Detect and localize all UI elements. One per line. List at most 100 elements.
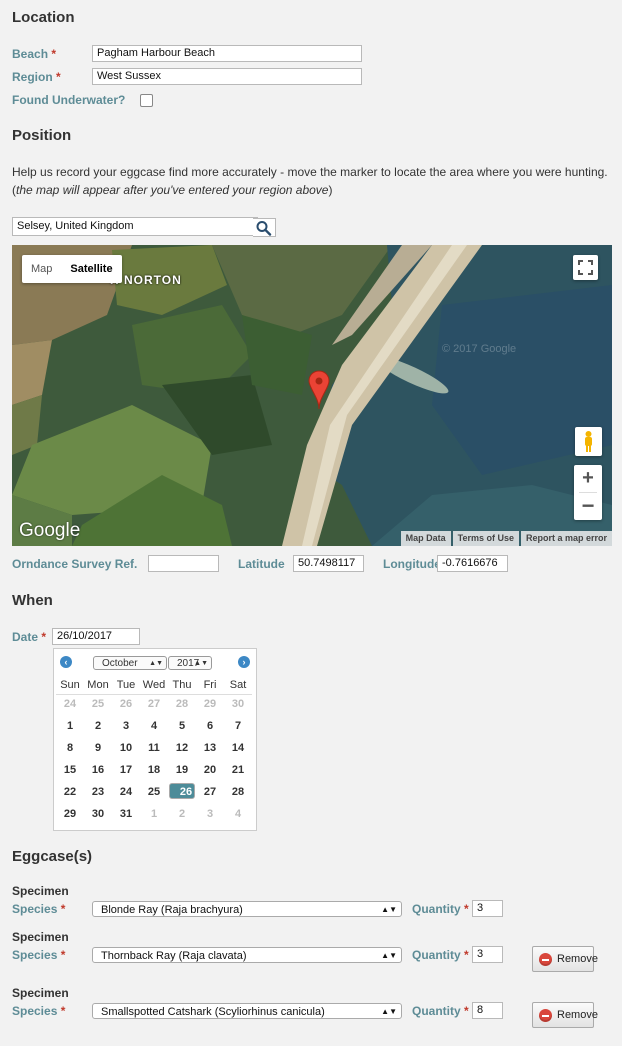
remove-icon <box>539 1009 552 1022</box>
calendar-day[interactable]: 31 <box>112 805 140 824</box>
map-type-satellite-button[interactable]: Satellite <box>61 255 121 283</box>
zoom-in-button[interactable]: + <box>574 465 602 492</box>
calendar-day[interactable]: 18 <box>140 761 168 780</box>
map-data-link[interactable]: Map Data <box>400 531 451 546</box>
date-input[interactable]: 26/10/2017 <box>52 628 140 645</box>
calendar-day[interactable]: 24 <box>56 695 84 714</box>
underwater-label: Found Underwater? <box>12 93 126 107</box>
month-select[interactable]: October ▲▼ <box>93 656 167 670</box>
map-type-map-button[interactable]: Map <box>22 255 61 283</box>
next-month-button[interactable]: › <box>238 656 250 668</box>
fullscreen-icon <box>578 260 593 275</box>
chevron-updown-icon: ▲▼ <box>381 905 397 914</box>
calendar-day[interactable]: 10 <box>112 739 140 758</box>
calendar-day[interactable]: 20 <box>196 761 224 780</box>
date-picker: ‹ October ▲▼ 2017 ▲▼ › Sun Mon Tue Wed Thu Fri S… <box>53 648 257 831</box>
beach-label: Beach * <box>12 47 57 61</box>
when-heading: When <box>12 592 53 609</box>
calendar-day[interactable]: 3 <box>112 717 140 736</box>
map-report-error-link[interactable]: Report a map error <box>520 531 612 546</box>
calendar-day[interactable]: 12 <box>168 739 196 758</box>
calendar-day[interactable]: 3 <box>196 805 224 824</box>
fullscreen-button[interactable] <box>573 255 598 280</box>
os-ref-input[interactable] <box>148 555 219 572</box>
specimen-label: Specimen <box>12 884 69 898</box>
species-select[interactable]: Thornback Ray (Raja clavata) ▲▼ <box>92 947 402 963</box>
remove-specimen-button[interactable]: Remove <box>532 946 598 972</box>
calendar-day[interactable]: 4 <box>140 717 168 736</box>
remove-label: Remove <box>557 1009 598 1021</box>
location-heading: Location <box>12 9 75 26</box>
prev-month-button[interactable]: ‹ <box>60 656 72 668</box>
calendar-day[interactable]: 25 <box>84 695 112 714</box>
calendar-day[interactable]: 30 <box>224 695 252 714</box>
calendar-day[interactable]: 17 <box>112 761 140 780</box>
calendar-day[interactable]: 23 <box>84 783 112 802</box>
calendar-day[interactable]: 25 <box>140 783 168 802</box>
map-marker-icon[interactable] <box>307 370 331 410</box>
longitude-label: Longitude <box>383 557 441 571</box>
species-select[interactable]: Blonde Ray (Raja brachyura) ▲▼ <box>92 901 402 917</box>
calendar-day[interactable]: 4 <box>224 805 252 824</box>
calendar-day[interactable]: 2 <box>84 717 112 736</box>
satellite-map[interactable]: H NORTON © 2017 Google Map Satellite + −… <box>12 245 612 546</box>
calendar-day[interactable]: 16 <box>84 761 112 780</box>
calendar-day[interactable]: 7 <box>224 717 252 736</box>
underwater-checkbox[interactable] <box>140 94 153 107</box>
calendar-day[interactable]: 2 <box>168 805 196 824</box>
calendar-day[interactable]: 5 <box>168 717 196 736</box>
calendar-day[interactable]: 1 <box>140 805 168 824</box>
google-logo: Google <box>19 520 81 541</box>
map-search-input[interactable]: Selsey, United Kingdom <box>12 217 258 236</box>
species-label: Species * <box>12 948 66 962</box>
calendar-day[interactable]: 24 <box>112 783 140 802</box>
calendar-day[interactable]: 13 <box>196 739 224 758</box>
zoom-control: + − <box>574 465 602 520</box>
calendar-day[interactable]: 14 <box>224 739 252 758</box>
map-terms-link[interactable]: Terms of Use <box>452 531 519 546</box>
species-label: Species * <box>12 1004 66 1018</box>
quantity-label: Quantity * <box>412 948 469 962</box>
calendar-day[interactable]: 29 <box>196 695 224 714</box>
map-search-button[interactable] <box>253 218 276 237</box>
calendar-day[interactable]: 29 <box>56 805 84 824</box>
calendar-day[interactable]: 30 <box>84 805 112 824</box>
remove-label: Remove <box>557 953 598 965</box>
calendar-day[interactable]: 8 <box>56 739 84 758</box>
calendar-day[interactable]: 27 <box>140 695 168 714</box>
calendar-day[interactable]: 28 <box>224 783 252 802</box>
calendar-day[interactable]: 1 <box>56 717 84 736</box>
weekday-header: Tue <box>116 679 136 691</box>
quantity-input[interactable]: 3 <box>472 946 503 963</box>
calendar-day-selected[interactable]: 26 <box>169 783 195 799</box>
longitude-input[interactable]: -0.7616676 <box>437 555 508 572</box>
os-ref-label: Orndance Survey Ref. <box>12 557 138 571</box>
calendar-day[interactable]: 22 <box>56 783 84 802</box>
quantity-input[interactable]: 8 <box>472 1002 503 1019</box>
street-view-pegman[interactable] <box>575 427 602 456</box>
latitude-input[interactable]: 50.7498117 <box>293 555 364 572</box>
calendar-day[interactable]: 15 <box>56 761 84 780</box>
chevron-updown-icon: ▲▼ <box>149 660 163 667</box>
calendar-day[interactable]: 27 <box>196 783 224 802</box>
calendar-day[interactable]: 6 <box>196 717 224 736</box>
remove-specimen-button[interactable]: Remove <box>532 1002 598 1028</box>
calendar-day[interactable]: 28 <box>168 695 196 714</box>
beach-input[interactable]: Pagham Harbour Beach <box>92 45 362 62</box>
quantity-label: Quantity * <box>412 902 469 916</box>
map-footer: Map Data Terms of Use Report a map error <box>399 531 612 546</box>
weekday-header: Sun <box>60 679 80 691</box>
map-type-control: Map Satellite <box>22 255 122 283</box>
zoom-out-button[interactable]: − <box>574 493 602 520</box>
calendar-day[interactable]: 21 <box>224 761 252 780</box>
calendar-day[interactable]: 26 <box>112 695 140 714</box>
calendar-day[interactable]: 11 <box>140 739 168 758</box>
quantity-label: Quantity * <box>412 1004 469 1018</box>
species-select[interactable]: Smallspotted Catshark (Scyliorhinus cani… <box>92 1003 402 1019</box>
quantity-input[interactable]: 3 <box>472 900 503 917</box>
region-input[interactable]: West Sussex <box>92 68 362 85</box>
calendar-day[interactable]: 9 <box>84 739 112 758</box>
year-select[interactable]: 2017 ▲▼ <box>168 656 212 670</box>
calendar-day[interactable]: 19 <box>168 761 196 780</box>
region-label: Region * <box>12 70 61 84</box>
